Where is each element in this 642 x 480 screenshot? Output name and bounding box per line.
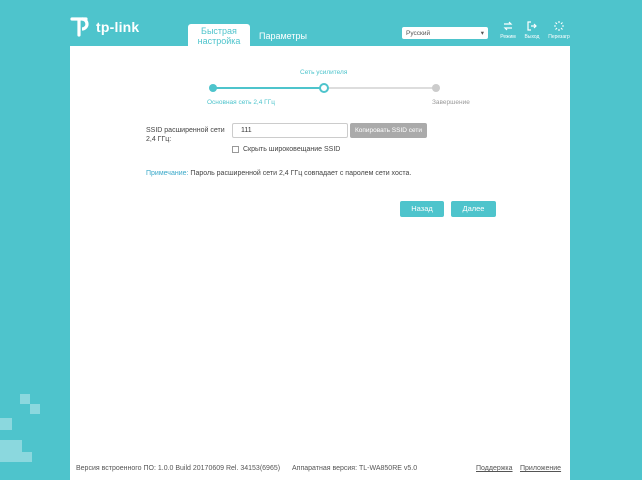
firmware-version: Версия встроенного ПО: 1.0.0 Build 20170… bbox=[76, 465, 281, 472]
logout-icon bbox=[527, 21, 537, 31]
reboot-label: Перезагр bbox=[548, 34, 570, 40]
decorative-square bbox=[20, 394, 30, 404]
top-header: tp-link Быстрая настройка Параметры Русс… bbox=[0, 0, 642, 48]
progress-line-done bbox=[213, 87, 323, 89]
step-dot-done bbox=[209, 84, 217, 92]
hide-ssid-checkbox[interactable] bbox=[232, 146, 239, 153]
progress-line-pending bbox=[323, 87, 436, 89]
note: Примечание: Пароль расширенной сети 2,4 … bbox=[146, 170, 411, 177]
reboot-button[interactable]: Перезагр bbox=[545, 20, 573, 40]
logo-text: tp-link bbox=[96, 19, 140, 35]
reboot-icon bbox=[554, 21, 564, 31]
step-label-main-network: Основная сеть 2,4 ГГц bbox=[207, 99, 275, 106]
tab-quick-setup[interactable]: Быстрая настройка bbox=[188, 24, 250, 46]
back-button[interactable]: Назад bbox=[400, 201, 444, 217]
tp-link-logo: tp-link bbox=[70, 16, 139, 38]
decorative-square bbox=[0, 440, 22, 462]
step-label-finish: Завершение bbox=[432, 99, 470, 106]
hardware-version: Аппаратная версия: TL-WA850RE v5.0 bbox=[292, 465, 418, 472]
tp-link-logo-icon bbox=[70, 17, 89, 37]
decorative-square bbox=[30, 404, 40, 414]
step-dot-pending bbox=[432, 84, 440, 92]
decorative-square bbox=[22, 452, 32, 462]
note-label: Примечание: bbox=[146, 170, 189, 177]
chevron-down-icon: ▾ bbox=[480, 30, 484, 37]
wizard-progress: Основная сеть 2,4 ГГц Сеть усилителя Зав… bbox=[207, 69, 470, 106]
step-label-extender-network: Сеть усилителя bbox=[300, 69, 348, 76]
app-link[interactable]: Приложение bbox=[520, 465, 561, 472]
note-text: Пароль расширенной сети 2,4 ГГц совпадае… bbox=[190, 170, 412, 177]
mode-label: Режим bbox=[500, 34, 516, 40]
copy-ssid-button[interactable]: Копировать SSID сети bbox=[350, 123, 427, 138]
main-panel: Основная сеть 2,4 ГГц Сеть усилителя Зав… bbox=[70, 46, 570, 480]
ssid-input[interactable] bbox=[232, 123, 348, 138]
support-link[interactable]: Поддержка bbox=[476, 465, 513, 472]
hide-ssid-row: Скрыть широковещание SSID bbox=[232, 146, 340, 153]
hide-ssid-label: Скрыть широковещание SSID bbox=[243, 146, 341, 153]
footer: Версия встроенного ПО: 1.0.0 Build 20170… bbox=[70, 462, 570, 480]
decorative-square bbox=[0, 418, 12, 430]
next-button[interactable]: Далее bbox=[451, 201, 496, 217]
ssid-label: SSID расширенной сети 2,4 ГГц: bbox=[146, 127, 225, 143]
language-select[interactable]: Русский ▾ bbox=[402, 27, 488, 39]
step-dot-current bbox=[319, 83, 329, 93]
tab-parameters[interactable]: Параметры bbox=[254, 24, 312, 46]
mode-switch-icon bbox=[503, 21, 513, 31]
logout-button[interactable]: Выход bbox=[518, 20, 546, 40]
logout-label: Выход bbox=[524, 34, 540, 40]
language-value: Русский bbox=[406, 29, 431, 37]
